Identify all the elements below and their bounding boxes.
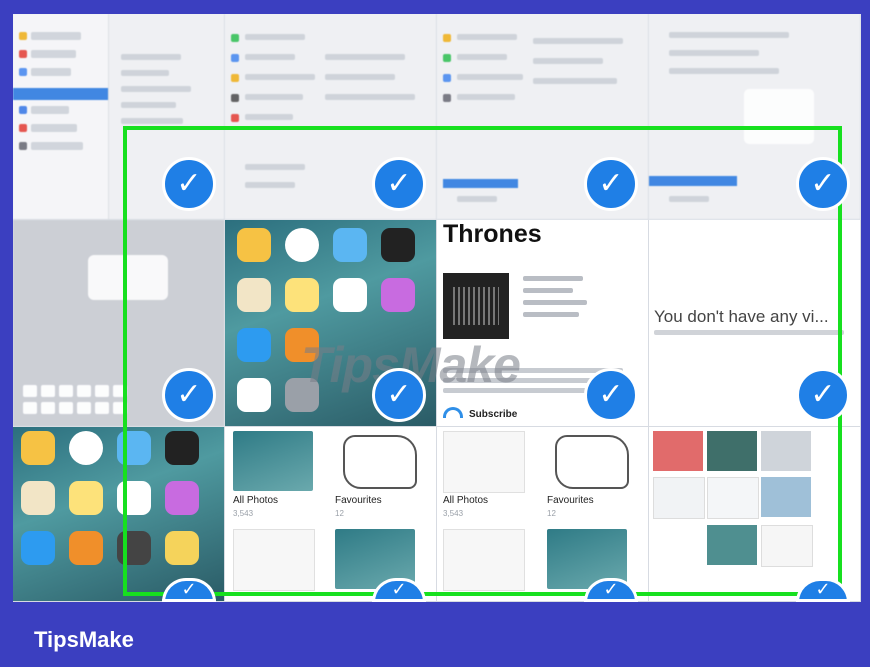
photo-tile-albums-1[interactable]: All Photos 3,543 Favourites 12 <box>225 427 437 602</box>
check-icon[interactable]: ✓ <box>372 157 426 211</box>
album-name: All Photos <box>233 495 279 506</box>
empty-submessage <box>654 330 844 335</box>
settings-selected-row <box>13 88 108 100</box>
thrones-poster <box>443 273 509 339</box>
alert-dialog <box>744 89 814 144</box>
footer-brand: TipsMake <box>34 627 134 652</box>
check-icon[interactable]: ✓ <box>162 368 216 422</box>
settings-sidebar <box>13 14 109 219</box>
photo-tile-albums-2[interactable]: All Photos 3,543 Favourites 12 <box>437 427 649 602</box>
screenshot-collage: Thrones Subscribe You don't have any vi.… <box>13 14 861 602</box>
check-icon[interactable]: ✓ <box>372 368 426 422</box>
album-count: 12 <box>335 509 344 518</box>
album-count: 3,543 <box>233 509 254 518</box>
check-icon[interactable]: ✓ <box>584 157 638 211</box>
check-icon[interactable]: ✓ <box>796 157 850 211</box>
empty-message: You don't have any vi... <box>654 307 829 326</box>
album-name: Favourites <box>335 495 382 506</box>
photo-tile-homescreen-2[interactable] <box>13 427 225 602</box>
subscribe-label[interactable]: Subscribe <box>443 407 517 420</box>
keyboard-dialog <box>88 255 168 300</box>
check-icon[interactable]: ✓ <box>796 368 850 422</box>
album-count: 12 <box>547 509 556 518</box>
thrones-title: Thrones <box>443 220 542 248</box>
check-icon[interactable]: ✓ <box>584 368 638 422</box>
album-name: All Photos <box>443 495 489 506</box>
photo-grid: Thrones Subscribe You don't have any vi.… <box>13 14 861 602</box>
photo-tile-collage[interactable] <box>649 427 861 602</box>
check-icon[interactable]: ✓ <box>162 157 216 211</box>
album-count: 3,543 <box>443 509 464 518</box>
album-name: Favourites <box>547 495 594 506</box>
